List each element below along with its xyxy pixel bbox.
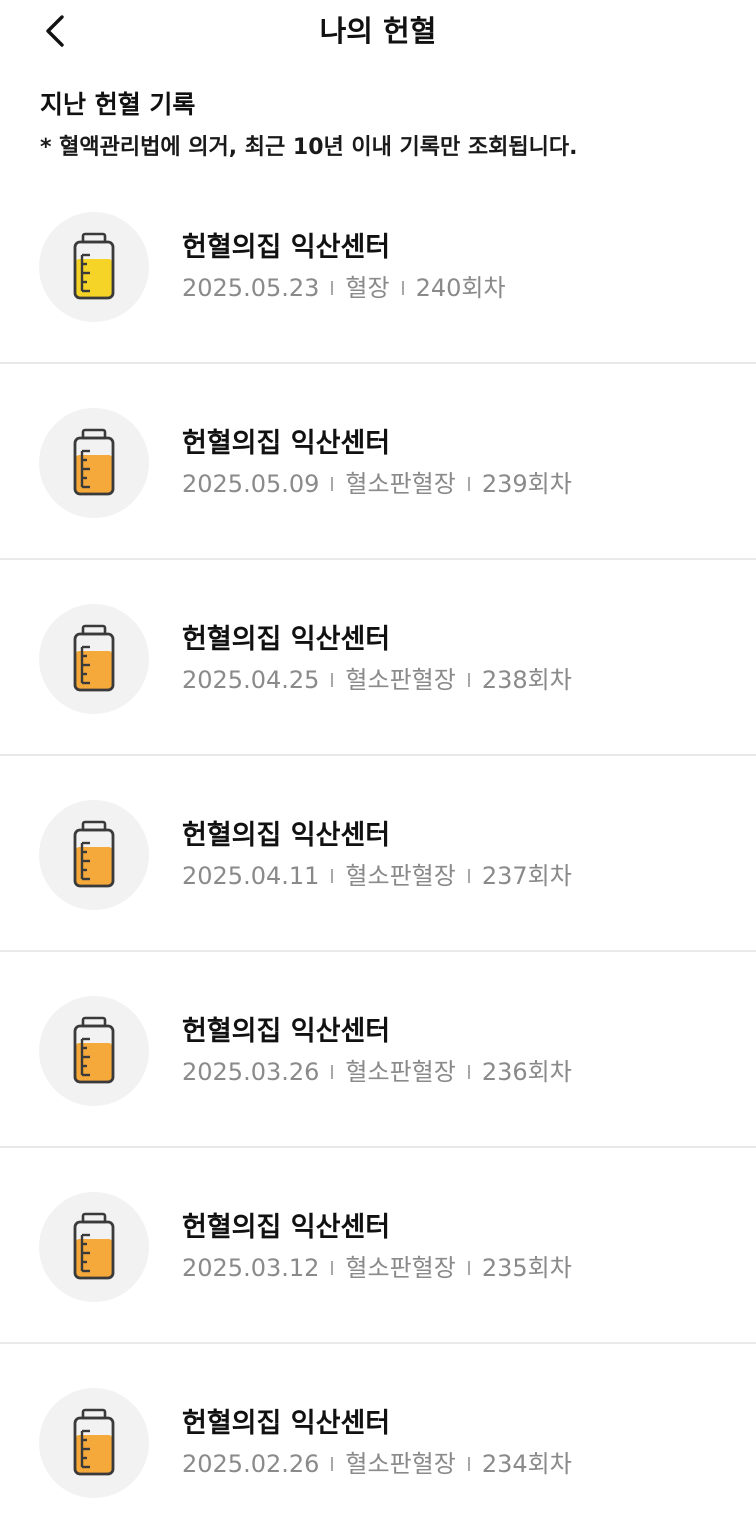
donation-record-row[interactable]: 헌혈의집 익산센터 2025.03.26 혈소판혈장 236회차 [0,952,756,1148]
center-name: 헌혈의집 익산센터 [182,1408,391,1439]
blood-bag-icon-circle [39,800,149,910]
blood-bag-icon [73,232,115,300]
divider [331,477,334,491]
blood-bag-icon-circle [39,996,149,1106]
donation-date: 2025.05.09 [182,470,320,498]
blood-bag-icon-circle [39,408,149,518]
blood-bag-icon-circle [39,212,149,322]
donation-type: 혈소판혈장 [345,1450,456,1478]
page-title: 나의 헌혈 [319,14,437,48]
donation-count: 234회차 [481,1450,572,1478]
record-meta: 2025.04.25 혈소판혈장 238회차 [182,662,572,698]
donation-record-row[interactable]: 헌혈의집 익산센터 2025.04.11 혈소판혈장 237회차 [0,756,756,952]
donation-date: 2025.03.12 [182,1254,320,1282]
divider [467,1457,470,1471]
donation-count: 237회차 [481,862,572,890]
divider [331,869,334,883]
donation-type: 혈소판혈장 [345,1254,456,1282]
record-meta: 2025.05.09 혈소판혈장 239회차 [182,466,572,502]
divider [467,1065,470,1079]
divider [331,281,334,295]
divider [467,1261,470,1275]
donation-type: 혈소판혈장 [345,862,456,890]
retention-notice: * 혈액관리법에 의거, 최근 10년 이내 기록만 조회됩니다. [40,135,578,160]
donation-type: 혈소판혈장 [345,1058,456,1086]
blood-bag-icon-circle [39,604,149,714]
record-meta: 2025.02.26 혈소판혈장 234회차 [182,1446,572,1482]
blood-bag-icon [73,820,115,888]
divider [331,1261,334,1275]
donation-date: 2025.04.25 [182,666,320,694]
divider [467,673,470,687]
donation-record-row[interactable]: 헌혈의집 익산센터 2025.04.25 혈소판혈장 238회차 [0,560,756,756]
center-name: 헌혈의집 익산센터 [182,624,391,655]
donation-count: 235회차 [481,1254,572,1282]
donation-type: 혈장 [345,274,390,302]
donation-count: 239회차 [481,470,572,498]
record-meta: 2025.05.23 혈장 240회차 [182,270,506,306]
blood-bag-icon [73,624,115,692]
donation-date: 2025.03.26 [182,1058,320,1086]
donation-record-list: 헌혈의집 익산센터 2025.05.23 혈장 240회차 헌혈의집 익산센터 [0,168,756,1540]
blood-bag-icon-circle [39,1192,149,1302]
record-meta: 2025.04.11 혈소판혈장 237회차 [182,858,572,894]
divider [331,1457,334,1471]
blood-bag-icon [73,1016,115,1084]
center-name: 헌혈의집 익산센터 [182,820,391,851]
donation-record-row[interactable]: 헌혈의집 익산센터 2025.05.09 혈소판혈장 239회차 [0,364,756,560]
donation-record-row[interactable]: 헌혈의집 익산센터 2025.03.12 혈소판혈장 235회차 [0,1148,756,1344]
divider [401,281,404,295]
blood-bag-icon [73,1408,115,1476]
donation-date: 2025.04.11 [182,862,320,890]
donation-record-row[interactable]: 헌혈의집 익산센터 2025.02.26 혈소판혈장 234회차 [0,1344,756,1540]
donation-record-row[interactable]: 헌혈의집 익산센터 2025.05.23 혈장 240회차 [0,168,756,364]
donation-date: 2025.05.23 [182,274,320,302]
blood-bag-icon [73,428,115,496]
divider [331,673,334,687]
blood-bag-icon [73,1212,115,1280]
donation-type: 혈소판혈장 [345,470,456,498]
donation-count: 238회차 [481,666,572,694]
center-name: 헌혈의집 익산센터 [182,428,391,459]
divider [331,1065,334,1079]
section-title: 지난 헌혈 기록 [40,90,196,119]
center-name: 헌혈의집 익산센터 [182,1016,391,1047]
blood-bag-icon-circle [39,1388,149,1498]
record-meta: 2025.03.26 혈소판혈장 236회차 [182,1054,572,1090]
divider [467,477,470,491]
record-meta: 2025.03.12 혈소판혈장 235회차 [182,1250,572,1286]
donation-count: 236회차 [481,1058,572,1086]
top-bar: 나의 헌혈 [0,0,756,64]
center-name: 헌혈의집 익산센터 [182,232,391,263]
divider [467,869,470,883]
donation-count: 240회차 [415,274,506,302]
donation-type: 혈소판혈장 [345,666,456,694]
center-name: 헌혈의집 익산센터 [182,1212,391,1243]
donation-date: 2025.02.26 [182,1450,320,1478]
